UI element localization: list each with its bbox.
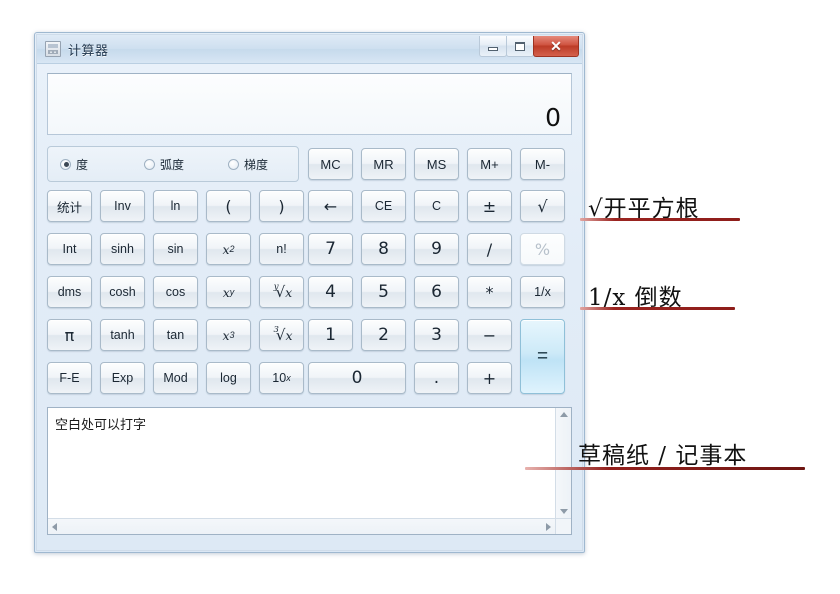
open-paren-button[interactable]: ( <box>206 190 251 222</box>
close-icon: ✕ <box>550 38 562 54</box>
scroll-up-icon[interactable] <box>560 412 568 417</box>
sign-toggle-button[interactable]: ± <box>467 190 512 222</box>
window-title: 计算器 <box>68 42 109 58</box>
annotation-notepad-line <box>525 467 805 470</box>
reciprocal-button[interactable]: 1/x <box>520 276 565 308</box>
tanh-button[interactable]: tanh <box>100 319 145 351</box>
sin-button[interactable]: sin <box>153 233 198 265</box>
y-root-x-button[interactable]: y √ x <box>259 276 304 308</box>
percent-button[interactable]: % <box>520 233 565 265</box>
digit-2-button[interactable]: 2 <box>361 319 406 351</box>
dms-button[interactable]: dms <box>47 276 92 308</box>
factorial-button[interactable]: n! <box>259 233 304 265</box>
memory-subtract-button[interactable]: M- <box>520 148 565 180</box>
statistics-button[interactable]: 统计 <box>47 190 92 222</box>
float-exp-button[interactable]: F-E <box>47 362 92 394</box>
backspace-button[interactable]: ← <box>308 190 353 222</box>
cos-button[interactable]: cos <box>153 276 198 308</box>
close-paren-button[interactable]: ) <box>259 190 304 222</box>
clear-button[interactable]: C <box>414 190 459 222</box>
digit-7-button[interactable]: 7 <box>308 233 353 265</box>
calculator-display: 0 <box>47 73 572 135</box>
ten-power-x-button[interactable]: 10 x <box>259 362 304 394</box>
radio-dot-icon <box>144 158 155 170</box>
add-button[interactable]: + <box>467 362 512 394</box>
radio-label-gradians: 梯度 <box>244 157 269 172</box>
digit-3-button[interactable]: 3 <box>414 319 459 351</box>
keypad: 度 弧度 梯度 MC MR MS M+ M- 统计 Inv ln () ← C… <box>47 146 572 396</box>
calculator-window: 计算器 ✕ 0 度 弧度 梯度 MC MR MS M+ M- 统计 Inv ln… <box>34 32 585 553</box>
radio-radians[interactable]: 弧度 <box>144 156 214 173</box>
sqrt-button[interactable]: √ <box>520 190 565 222</box>
radio-gradians[interactable]: 梯度 <box>228 156 298 173</box>
modulo-button[interactable]: Mod <box>153 362 198 394</box>
radio-label-radians: 弧度 <box>160 157 185 172</box>
radio-dot-icon <box>60 158 71 170</box>
notepad-text: 空白处可以打字 <box>55 417 147 432</box>
divide-button[interactable]: / <box>467 233 512 265</box>
inverse-button[interactable]: Inv <box>100 190 145 222</box>
annotation-sqrt-line <box>580 218 740 221</box>
digit-1-button[interactable]: 1 <box>308 319 353 351</box>
maximize-button[interactable] <box>506 36 534 57</box>
scroll-down-icon[interactable] <box>560 509 568 514</box>
window-controls: ✕ <box>479 36 579 57</box>
digit-0-button[interactable]: 0 <box>308 362 406 394</box>
title-bar[interactable]: 计算器 ✕ <box>37 35 582 64</box>
radio-dot-icon <box>228 158 239 170</box>
annotation-notepad-label: 草稿纸 / 记事本 <box>578 443 748 469</box>
tan-button[interactable]: tan <box>153 319 198 351</box>
scroll-left-icon[interactable] <box>52 523 57 531</box>
digit-4-button[interactable]: 4 <box>308 276 353 308</box>
memory-store-button[interactable]: MS <box>414 148 459 180</box>
notepad-horizontal-scrollbar[interactable] <box>48 518 555 534</box>
minimize-button[interactable] <box>479 36 507 57</box>
angle-mode-group: 度 弧度 梯度 <box>47 146 299 182</box>
multiply-button[interactable]: * <box>467 276 512 308</box>
scrollbar-corner <box>555 518 571 534</box>
digit-5-button[interactable]: 5 <box>361 276 406 308</box>
digit-8-button[interactable]: 8 <box>361 233 406 265</box>
log-button[interactable]: log <box>206 362 251 394</box>
maximize-icon <box>515 41 525 51</box>
sinh-button[interactable]: sinh <box>100 233 145 265</box>
display-value: 0 <box>545 103 561 132</box>
decimal-point-button[interactable]: . <box>414 362 459 394</box>
natural-log-button[interactable]: ln <box>153 190 198 222</box>
digit-6-button[interactable]: 6 <box>414 276 459 308</box>
x-power-y-button[interactable]: xy <box>206 276 251 308</box>
equals-button[interactable]: = <box>520 319 565 394</box>
window-inner: 计算器 ✕ 0 度 弧度 梯度 MC MR MS M+ M- 统计 Inv ln… <box>36 34 583 551</box>
integer-button[interactable]: Int <box>47 233 92 265</box>
subtract-button[interactable]: − <box>467 319 512 351</box>
scroll-right-icon[interactable] <box>546 523 551 531</box>
memory-add-button[interactable]: M+ <box>467 148 512 180</box>
calculator-icon <box>45 41 61 57</box>
annotation-reciprocal-line <box>580 307 735 310</box>
memory-recall-button[interactable]: MR <box>361 148 406 180</box>
notepad-vertical-scrollbar[interactable] <box>555 408 571 518</box>
radio-degrees[interactable]: 度 <box>60 156 130 173</box>
close-button[interactable]: ✕ <box>533 36 579 57</box>
x-cubed-button[interactable]: x3 <box>206 319 251 351</box>
cosh-button[interactable]: cosh <box>100 276 145 308</box>
clear-entry-button[interactable]: CE <box>361 190 406 222</box>
radio-label-degrees: 度 <box>76 157 89 172</box>
x-squared-button[interactable]: x2 <box>206 233 251 265</box>
digit-9-button[interactable]: 9 <box>414 233 459 265</box>
exponent-button[interactable]: Exp <box>100 362 145 394</box>
pi-button[interactable]: π <box>47 319 92 351</box>
notepad[interactable]: 空白处可以打字 <box>47 407 572 535</box>
minimize-icon <box>488 46 498 51</box>
memory-clear-button[interactable]: MC <box>308 148 353 180</box>
cube-root-button[interactable]: 3 √ x <box>259 319 304 351</box>
